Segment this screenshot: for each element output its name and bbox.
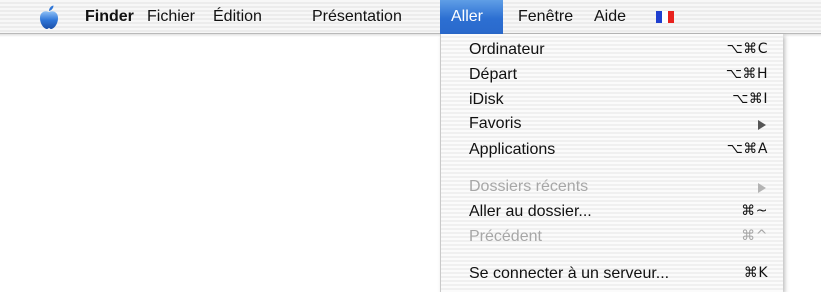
menu-item-label: Précédent [469, 228, 542, 245]
menu-item-label: Départ [469, 66, 518, 83]
menu-item-shortcut: ⌥⌘I [732, 91, 768, 107]
menu-fenetre[interactable]: Fenêtre [507, 0, 584, 34]
menu-item-label: Dossiers récents [469, 178, 589, 195]
menu-item-shortcut: ⌘~ [741, 203, 768, 219]
menu-aide[interactable]: Aide [583, 0, 637, 34]
menu-item-ordinateur[interactable]: Ordinateur ⌥⌘C [441, 38, 784, 63]
menu-item-se-connecter-serveur[interactable]: Se connecter à un serveur... ⌘K [441, 262, 784, 287]
menu-item-idisk[interactable]: iDisk ⌥⌘I [441, 88, 784, 113]
apple-logo-icon[interactable] [38, 4, 60, 30]
submenu-arrow-icon [758, 120, 766, 130]
menu-bar: Finder Fichier Édition Présentation Alle… [0, 0, 821, 34]
menu-item-favoris[interactable]: Favoris [441, 112, 784, 137]
menu-item-label: Favoris [469, 115, 522, 132]
menu-item-shortcut: ⌥⌘A [726, 141, 768, 157]
menu-fichier[interactable]: Fichier [136, 0, 206, 34]
menu-item-shortcut: ⌥⌘H [725, 66, 768, 82]
menu-aller[interactable]: Aller [440, 0, 503, 34]
flag-red-stripe [668, 11, 674, 23]
menu-item-label: iDisk [469, 91, 504, 108]
menu-presentation[interactable]: Présentation [301, 0, 413, 34]
menu-item-dossiers-recents: Dossiers récents [441, 175, 784, 200]
menu-item-aller-au-dossier[interactable]: Aller au dossier... ⌘~ [441, 200, 784, 225]
french-flag-icon[interactable] [656, 11, 674, 23]
menu-item-label: Aller au dossier... [469, 203, 592, 220]
menu-item-label: Ordinateur [469, 41, 545, 58]
menu-item-label: Applications [469, 141, 556, 158]
menu-item-precedent: Précédent ⌘^ [441, 225, 784, 250]
menu-edition[interactable]: Édition [202, 0, 273, 34]
submenu-arrow-icon [758, 183, 766, 193]
menu-item-applications[interactable]: Applications ⌥⌘A [441, 138, 784, 163]
menu-item-shortcut: ⌥⌘C [726, 41, 768, 57]
menu-item-shortcut: ⌘^ [741, 228, 768, 244]
menu-item-depart[interactable]: Départ ⌥⌘H [441, 63, 784, 88]
menu-finder[interactable]: Finder [74, 0, 145, 34]
aller-dropdown-menu: Ordinateur ⌥⌘C Départ ⌥⌘H iDisk ⌥⌘I Favo… [440, 34, 783, 292]
menu-item-label: Se connecter à un serveur... [469, 265, 670, 282]
menu-item-shortcut: ⌘K [743, 265, 768, 281]
